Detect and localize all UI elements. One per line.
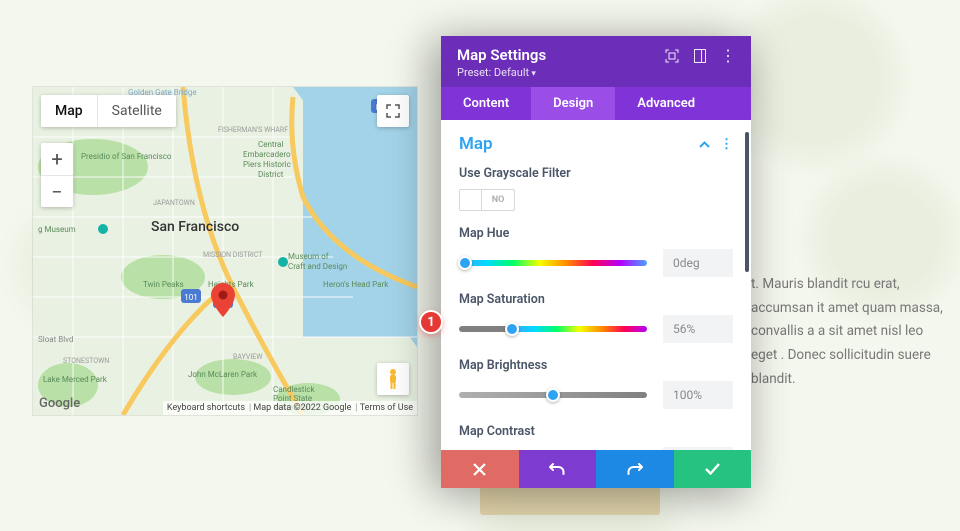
- tab-content[interactable]: Content: [441, 87, 531, 120]
- cancel-button[interactable]: [441, 450, 519, 488]
- svg-text:San Francisco: San Francisco: [151, 219, 239, 235]
- undo-button[interactable]: [519, 450, 597, 488]
- svg-text:STONESTOWN: STONESTOWN: [63, 357, 109, 365]
- grayscale-toggle[interactable]: NO: [459, 189, 515, 211]
- panel-icon[interactable]: [693, 49, 707, 63]
- redo-icon: [627, 462, 643, 476]
- fullscreen-button[interactable]: [377, 95, 409, 127]
- svg-text:Presidio of San Francisco: Presidio of San Francisco: [81, 152, 172, 161]
- saturation-value[interactable]: 56%: [663, 315, 733, 343]
- redo-button[interactable]: [596, 450, 674, 488]
- svg-text:Heron's Head Park: Heron's Head Park: [323, 280, 389, 289]
- map-canvas: Golden Gate Bridge Presidio of San Franc…: [33, 87, 417, 415]
- svg-text:Embarcadero: Embarcadero: [243, 150, 291, 159]
- map-type-switch: Map Satellite: [41, 95, 176, 127]
- check-icon: [705, 463, 720, 475]
- map-marker[interactable]: [211, 283, 235, 317]
- svg-text:101: 101: [184, 293, 198, 302]
- panel-tabs: Content Design Advanced: [441, 87, 751, 120]
- svg-text:JAPANTOWN: JAPANTOWN: [153, 199, 195, 207]
- fullscreen-icon: [386, 104, 400, 118]
- svg-text:Sloat Blvd: Sloat Blvd: [38, 335, 73, 344]
- kb-shortcuts-link[interactable]: Keyboard shortcuts: [167, 403, 245, 413]
- hue-value[interactable]: 0deg: [663, 249, 733, 277]
- svg-text:District: District: [258, 170, 284, 179]
- saturation-label: Map Saturation: [459, 292, 733, 307]
- section-title[interactable]: Map: [459, 134, 493, 154]
- preset-dropdown[interactable]: Preset: Default: [457, 66, 546, 79]
- tab-design[interactable]: Design: [531, 87, 615, 120]
- brightness-label: Map Brightness: [459, 358, 733, 373]
- page-filler-text: t. Mauris blandit rcu erat, accumsan it …: [751, 273, 951, 391]
- zoom-in-button[interactable]: +: [41, 143, 73, 175]
- panel-body: Map ⋮ Use Grayscale Filter NO Map Hue 0d…: [441, 120, 751, 450]
- settings-panel: Map Settings Preset: Default ⋮ Content D…: [441, 36, 751, 488]
- svg-text:Lake Merced Park: Lake Merced Park: [43, 375, 108, 384]
- svg-text:John McLaren Park: John McLaren Park: [188, 370, 258, 379]
- save-button[interactable]: [674, 450, 752, 488]
- svg-text:g Museum: g Museum: [38, 225, 76, 234]
- streetview-button[interactable]: [377, 363, 409, 395]
- panel-actions: [441, 450, 751, 488]
- svg-text:Twin Peaks: Twin Peaks: [143, 280, 184, 289]
- map-embed[interactable]: Golden Gate Bridge Presidio of San Franc…: [33, 87, 417, 415]
- panel-title: Map Settings: [457, 46, 546, 64]
- svg-text:Craft and Design: Craft and Design: [288, 262, 347, 271]
- undo-icon: [549, 462, 565, 476]
- grayscale-label: Use Grayscale Filter: [459, 166, 733, 181]
- pegman-icon: [385, 368, 401, 390]
- map-data-text: Map data ©2022 Google: [249, 403, 351, 413]
- terms-link[interactable]: Terms of Use: [355, 403, 413, 413]
- brightness-value[interactable]: 100%: [663, 381, 733, 409]
- panel-header: Map Settings Preset: Default ⋮: [441, 36, 751, 87]
- scrollbar[interactable]: [745, 132, 749, 342]
- svg-text:Central: Central: [258, 140, 283, 149]
- toggle-state: NO: [482, 195, 514, 205]
- map-attribution: Keyboard shortcuts Map data ©2022 Google…: [163, 401, 417, 415]
- saturation-slider[interactable]: [459, 326, 647, 332]
- brightness-slider[interactable]: [459, 392, 647, 398]
- map-type-satellite[interactable]: Satellite: [97, 95, 176, 127]
- focus-icon[interactable]: [665, 49, 679, 63]
- svg-text:FISHERMAN'S WHARF: FISHERMAN'S WHARF: [218, 126, 288, 134]
- hue-slider[interactable]: [459, 260, 647, 266]
- svg-text:Candlestick: Candlestick: [273, 385, 316, 394]
- tab-advanced[interactable]: Advanced: [615, 87, 717, 120]
- annotation-badge-1: 1: [419, 310, 443, 334]
- contrast-label: Map Contrast: [459, 424, 733, 439]
- svg-text:MISSION DISTRICT: MISSION DISTRICT: [203, 251, 263, 259]
- map-type-map[interactable]: Map: [41, 95, 97, 127]
- section-menu-icon[interactable]: ⋮: [720, 137, 733, 152]
- collapse-icon[interactable]: [699, 137, 710, 152]
- google-logo: Google: [39, 396, 80, 411]
- hue-label: Map Hue: [459, 226, 733, 241]
- contrast-value[interactable]: 100%: [663, 447, 733, 450]
- kebab-menu-icon[interactable]: ⋮: [721, 49, 735, 63]
- zoom-control: + −: [41, 143, 73, 207]
- close-icon: [473, 463, 486, 476]
- svg-text:Piers Historic: Piers Historic: [243, 160, 291, 169]
- svg-text:BAYVIEW: BAYVIEW: [233, 353, 263, 361]
- svg-text:Museum of: Museum of: [288, 252, 329, 261]
- zoom-out-button[interactable]: −: [41, 175, 73, 207]
